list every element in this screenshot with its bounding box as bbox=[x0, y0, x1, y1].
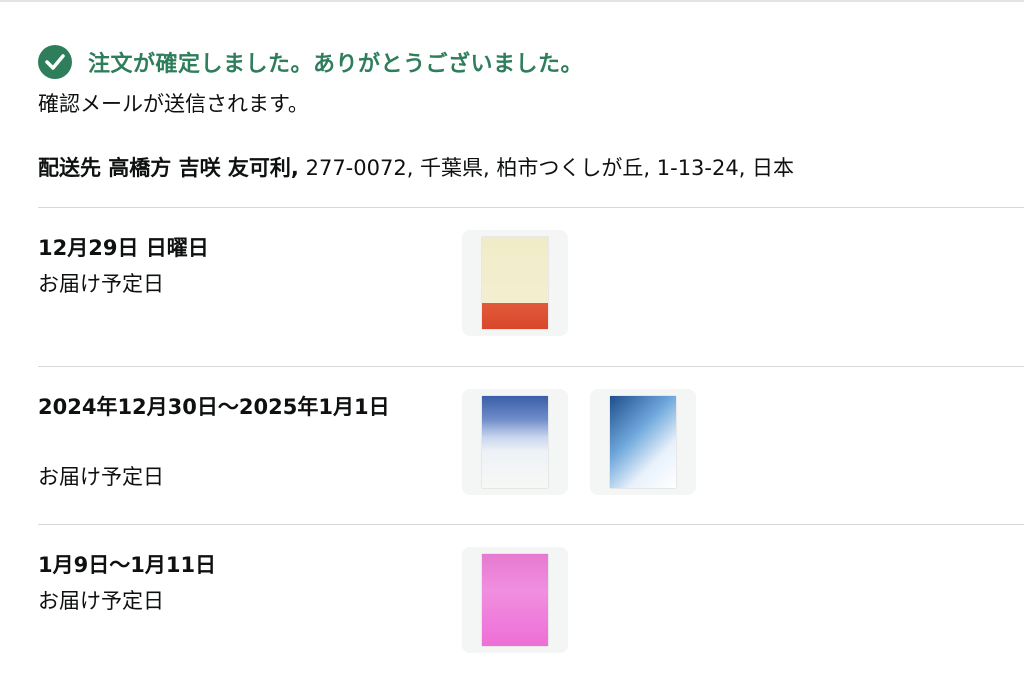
divider bbox=[38, 366, 1024, 367]
book-cover bbox=[610, 396, 676, 488]
delivery-label: お届け予定日 bbox=[38, 272, 164, 296]
delivery-label: お届け予定日 bbox=[38, 465, 164, 489]
product-image[interactable] bbox=[462, 389, 568, 495]
divider bbox=[38, 207, 1024, 208]
delivery-label: お届け予定日 bbox=[38, 589, 164, 613]
book-cover bbox=[482, 237, 548, 329]
confirmation-header: 注文が確定しました。ありがとうございました。 bbox=[38, 44, 583, 80]
divider bbox=[38, 524, 1024, 525]
shipping-address: 配送先 高橋方 吉咲 友可利, 277-0072, 千葉県, 柏市つくしが丘, … bbox=[38, 152, 794, 182]
confirmation-title: 注文が確定しました。ありがとうございました。 bbox=[88, 52, 584, 77]
recipient-name: 配送先 高橋方 吉咲 友可利, bbox=[38, 156, 299, 180]
address-detail: 277-0072, 千葉県, 柏市つくしが丘, 1-13-24, 日本 bbox=[298, 156, 795, 180]
product-image[interactable] bbox=[590, 389, 696, 495]
book-cover bbox=[482, 554, 548, 646]
product-image[interactable] bbox=[462, 230, 568, 336]
top-border bbox=[0, 0, 1024, 2]
check-circle-icon bbox=[38, 45, 72, 79]
delivery-date: 12月29日 日曜日 bbox=[38, 236, 209, 260]
product-image[interactable] bbox=[462, 547, 568, 653]
book-cover bbox=[482, 396, 548, 488]
delivery-date: 1月9日〜1月11日 bbox=[38, 553, 217, 577]
delivery-date: 2024年12月30日〜2025年1月1日 bbox=[38, 395, 390, 419]
confirmation-subtitle: 確認メールが送信されます。 bbox=[38, 92, 309, 116]
